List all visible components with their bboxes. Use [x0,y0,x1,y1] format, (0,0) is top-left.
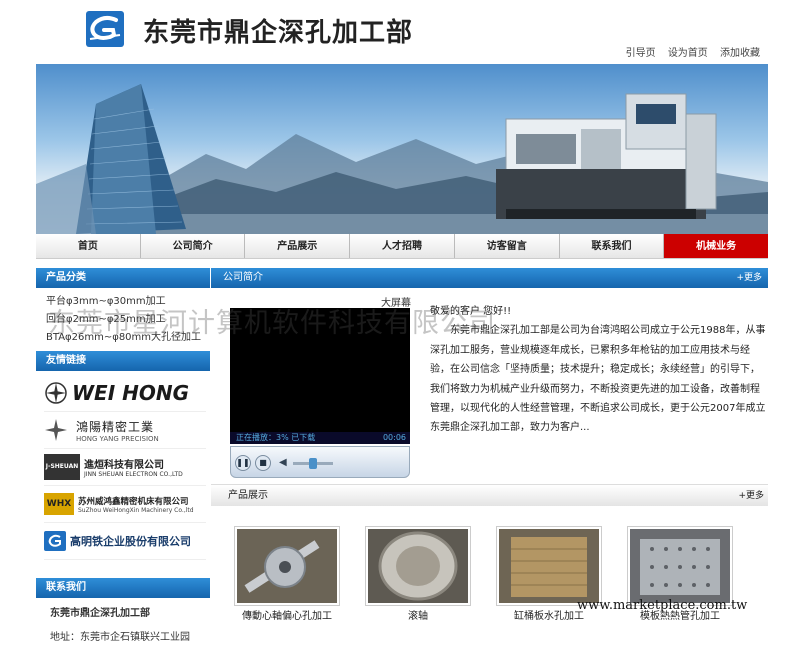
banner-illustration [36,84,768,234]
stop-icon: ■ [259,458,267,467]
volume-slider[interactable] [293,458,333,469]
main-content: 公司简介 +更多 大屏幕 正在播放：3% 已下载 00:06 ❚❚ ■ ◀ 敬爱… [211,268,768,506]
nav-machinery[interactable]: 机械业务 [664,234,769,258]
site-logo[interactable] [86,11,124,47]
time-readout: 00:06 [382,433,406,442]
partner-subtitle: SuZhou WeiHongXin Machinery Co.,ltd [78,506,194,514]
more-link[interactable]: +更多 [736,268,762,288]
top-links: 引导页 设为首页 添加收藏 [617,44,760,59]
product-image[interactable] [234,526,340,606]
nav-guestbook[interactable]: 访客留言 [455,234,560,258]
contact-title: 联系我们 [36,578,210,598]
page-header: 东莞市鼎企深孔加工部 引导页 设为首页 添加收藏 [0,0,800,64]
category-item[interactable]: 回台φ2mm~φ25mm加工 [46,311,210,329]
compass-icon [45,382,67,404]
product-caption: 滚轴 [408,611,428,622]
star-compass-icon [45,419,67,441]
partner-name: 鴻陽精密工業 [76,419,155,434]
partner-hongyang[interactable]: 鴻陽精密工業 HONG YANG PRECISION [44,412,206,449]
category-item[interactable]: 平台φ3mm~φ30mm加工 [46,293,210,311]
player-label: 大屏幕 [381,298,411,309]
intro-header: 公司简介 +更多 [211,268,768,288]
player-controls: ❚❚ ■ ◀ [230,446,410,478]
player-status: 正在播放：3% 已下载 00:06 [230,432,410,444]
partner-subtitle: HONG YANG PRECISION [76,434,159,443]
stop-button[interactable]: ■ [255,455,271,471]
partner-whx[interactable]: WHX 苏州威鸿鑫精密机床有限公司 SuZhou WeiHongXin Mach… [44,486,206,523]
volume-icon: ◀ [279,457,287,468]
contact-address: 地址：东莞市企石镇联兴工业园 [50,632,190,643]
products-title: 产品展示 [228,490,268,501]
intro-title: 公司简介 [223,272,263,283]
product-item[interactable]: 滚轴 [365,526,471,628]
brand-logo-icon [44,531,66,551]
contact-company: 东莞市鼎企深孔加工部 [50,608,150,619]
pause-button[interactable]: ❚❚ [235,455,251,471]
links-title: 友情链接 [36,351,210,371]
greeting: 敬爱的客户 您好!! [430,306,512,317]
products-header: 产品展示 +更多 [211,484,768,506]
contact-info: 东莞市鼎企深孔加工部 地址：东莞市企石镇联兴工业园 [36,598,210,648]
partner-name: 進烜科技有限公司 [84,460,164,471]
pause-icon: ❚❚ [236,458,250,467]
partner-weihong[interactable]: WEI HONG [44,375,206,412]
partner-subtitle: JINN SHEUAN ELECTRON CO.,LTD [84,471,183,478]
partner-name: WEI HONG [72,381,190,405]
sidebar: 产品分类 平台φ3mm~φ30mm加工 回台φ2mm~φ25mm加工 BTAφ2… [36,268,210,648]
nav-jobs[interactable]: 人才招聘 [350,234,455,258]
product-image[interactable] [496,526,602,606]
footer-watermark: www.marketplace.com.tw [577,598,748,613]
partner-badge: J-SHEUAN [44,454,80,480]
video-screen[interactable] [230,308,410,444]
product-item[interactable]: 傳動心軸偏心孔加工 [234,526,340,628]
category-list: 平台φ3mm~φ30mm加工 回台φ2mm~φ25mm加工 BTAφ26mm~φ… [36,288,210,351]
partner-jsheuan[interactable]: J-SHEUAN 進烜科技有限公司 JINN SHEUAN ELECTRON C… [44,449,206,486]
main-nav: 首页 公司简介 产品展示 人才招聘 访客留言 联系我们 机械业务 [36,234,769,259]
site-title: 东莞市鼎企深孔加工部 [143,18,414,48]
partner-name: 苏州威鸿鑫精密机床有限公司 [78,496,189,507]
nav-home[interactable]: 首页 [36,234,141,258]
add-favorite-link[interactable]: 添加收藏 [720,48,760,59]
partner-badge: WHX [44,493,74,515]
products-more-link[interactable]: +更多 [738,485,764,507]
product-caption: 傳動心軸偏心孔加工 [242,611,332,622]
nav-products[interactable]: 产品展示 [245,234,351,258]
product-image[interactable] [365,526,471,606]
category-item[interactable]: BTAφ26mm~φ80mm大孔径加工 [46,329,210,347]
product-image[interactable] [627,526,733,606]
partner-gaomingtie[interactable]: 高明铁企业股份有限公司 [44,523,206,560]
intro-text-block: 敬爱的客户 您好!! 东莞市鼎企深孔加工部是公司为台湾鸿昭公司成立于公元1988… [430,302,766,438]
set-homepage-link[interactable]: 设为首页 [668,48,708,59]
nav-about[interactable]: 公司简介 [141,234,246,258]
video-player: 正在播放：3% 已下载 00:06 ❚❚ ■ ◀ [230,308,410,478]
hero-banner [36,64,768,234]
guide-page-link[interactable]: 引导页 [626,48,656,59]
partner-name: 高明铁企业股份有限公司 [70,535,191,548]
nav-contact[interactable]: 联系我们 [560,234,665,258]
intro-paragraph: 东莞市鼎企深孔加工部是公司为台湾鸿昭公司成立于公元1988年，从事深孔加工服务，… [430,325,766,434]
volume-handle[interactable] [309,458,317,469]
category-title: 产品分类 [36,268,210,288]
status-text: 正在播放：3% 已下载 [236,433,316,442]
partner-links: WEI HONG 鴻陽精密工業 HONG YANG PRECISION J-SH… [36,371,210,560]
